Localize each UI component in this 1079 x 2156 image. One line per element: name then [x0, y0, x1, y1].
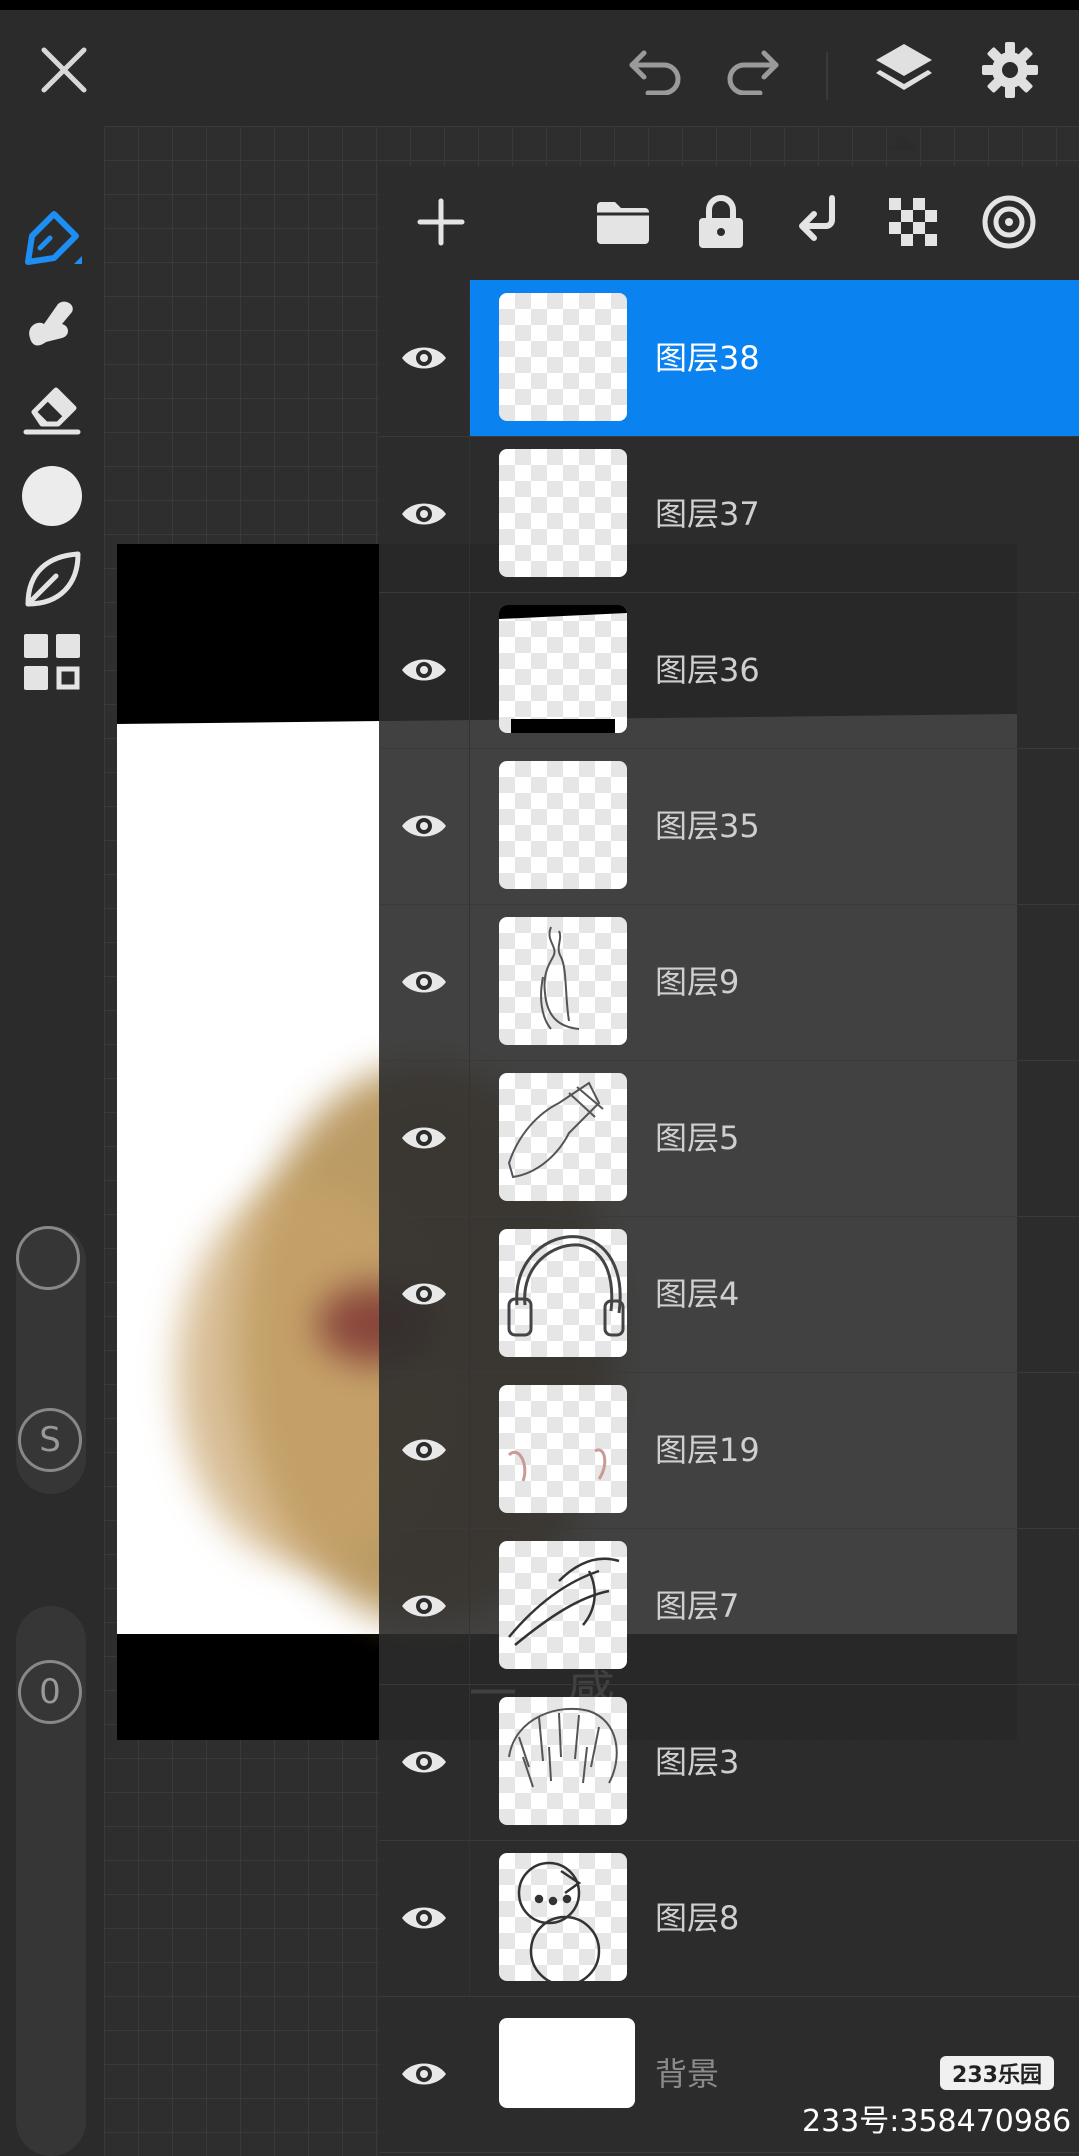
layer-thumbnail — [499, 605, 627, 733]
checker-icon[interactable] — [881, 190, 945, 254]
visibility-eye-icon[interactable] — [379, 904, 469, 1060]
grid-icon[interactable] — [16, 626, 88, 698]
layer-name: 背景 — [655, 2055, 720, 2093]
status-strip — [0, 0, 1079, 10]
layers-icon[interactable] — [866, 32, 942, 108]
layer-thumbnail — [499, 917, 627, 1045]
visibility-eye-icon[interactable] — [379, 748, 469, 904]
visibility-eye-icon[interactable] — [379, 1216, 469, 1372]
visibility-eye-icon[interactable] — [379, 1684, 469, 1840]
visibility-eye-icon[interactable] — [379, 280, 469, 436]
layer-name: 图层38 — [655, 339, 760, 377]
row-divider — [469, 280, 470, 436]
layer-row[interactable]: 图层37 — [379, 436, 1079, 593]
visibility-eye-icon[interactable] — [379, 436, 469, 592]
row-divider — [469, 904, 470, 1060]
top-toolbar — [0, 10, 1079, 126]
visibility-eye-icon[interactable] — [379, 1840, 469, 1996]
tool-sidebar: S 0 — [0, 126, 104, 2156]
layer-name: 图层3 — [655, 1743, 740, 1781]
layer-thumbnail — [499, 1073, 627, 1201]
lock-icon[interactable] — [689, 190, 753, 254]
row-divider — [469, 592, 470, 748]
visibility-eye-icon[interactable] — [379, 1996, 469, 2152]
row-divider — [469, 436, 470, 592]
layer-thumbnail — [499, 449, 627, 577]
row-divider — [469, 1216, 470, 1372]
opacity-slider-label[interactable]: 0 — [18, 1660, 82, 1724]
layer-row[interactable]: 图层4 — [379, 1216, 1079, 1373]
row-divider — [469, 1840, 470, 1996]
blend-icon[interactable] — [977, 190, 1041, 254]
layer-row[interactable]: 图层9 — [379, 904, 1079, 1061]
undo-icon[interactable] — [618, 32, 694, 108]
panel-pointer — [886, 134, 918, 150]
layer-name: 图层7 — [655, 1587, 740, 1625]
row-divider — [469, 1528, 470, 1684]
merge-down-icon[interactable] — [785, 190, 849, 254]
layer-name: 图层5 — [655, 1119, 740, 1157]
color-icon[interactable] — [16, 460, 88, 532]
layer-row[interactable]: 图层36 — [379, 592, 1079, 749]
layer-thumbnail — [499, 1697, 627, 1825]
layer-row[interactable]: 图层35 — [379, 748, 1079, 905]
layer-row[interactable]: 图层5 — [379, 1060, 1079, 1217]
layer-thumbnail — [499, 1385, 627, 1513]
toolbar-separator — [826, 52, 828, 100]
layers-panel: 图层38 图层37 图层36 图层35 图层9 图层5 图层4 图层19 图层7… — [379, 166, 1079, 2156]
leaf-icon[interactable] — [16, 544, 88, 616]
layer-thumbnail — [499, 761, 627, 889]
layer-thumbnail — [499, 1541, 627, 1669]
pen-icon[interactable] — [16, 202, 88, 274]
layer-name: 图层37 — [655, 495, 760, 533]
layer-name: 图层19 — [655, 1431, 760, 1469]
close-icon[interactable] — [26, 32, 102, 108]
layer-thumbnail — [499, 293, 627, 421]
watermark-logo: 233乐园 — [940, 2056, 1054, 2090]
visibility-eye-icon[interactable] — [379, 592, 469, 748]
layer-name: 图层9 — [655, 963, 740, 1001]
visibility-eye-icon[interactable] — [379, 1372, 469, 1528]
layer-thumbnail — [499, 2018, 635, 2108]
redo-icon[interactable] — [714, 32, 790, 108]
layer-name: 图层8 — [655, 1899, 740, 1937]
layer-row[interactable]: 图层3 — [379, 1684, 1079, 1841]
watermark-id: 233号:358470986 — [802, 2104, 1072, 2139]
size-slider-knob[interactable] — [16, 1226, 80, 1290]
add-icon[interactable] — [409, 190, 473, 254]
layer-row[interactable]: 图层38 — [379, 280, 1079, 437]
visibility-eye-icon[interactable] — [379, 1060, 469, 1216]
folder-icon[interactable] — [591, 190, 655, 254]
row-divider — [469, 1060, 470, 1216]
eraser-icon[interactable] — [16, 370, 88, 442]
layer-thumbnail — [499, 1853, 627, 1981]
gear-icon[interactable] — [972, 32, 1048, 108]
row-divider — [469, 1684, 470, 1840]
layer-name: 图层36 — [655, 651, 760, 689]
layer-row[interactable]: 图层19 — [379, 1372, 1079, 1529]
layer-name: 图层4 — [655, 1275, 740, 1313]
row-divider — [469, 1372, 470, 1528]
smudge-icon[interactable] — [16, 286, 88, 358]
row-divider — [469, 748, 470, 904]
size-slider-label[interactable]: S — [18, 1408, 82, 1472]
layer-row[interactable]: 图层7 — [379, 1528, 1079, 1685]
layer-thumbnail — [499, 1229, 627, 1357]
layer-name: 图层35 — [655, 807, 760, 845]
visibility-eye-icon[interactable] — [379, 1528, 469, 1684]
layer-row[interactable]: 图层8 — [379, 1840, 1079, 1997]
